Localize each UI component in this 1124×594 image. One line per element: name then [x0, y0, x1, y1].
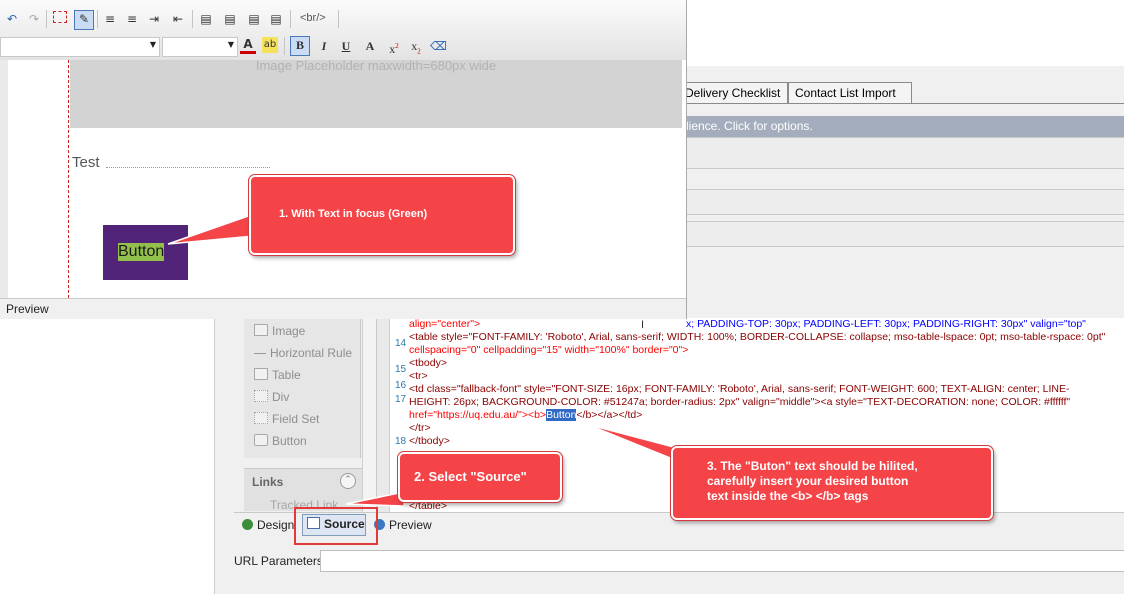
- callout-step-1: 1. With Text in focus (Green): [249, 175, 515, 255]
- callout-step-2: 2. Select "Source": [398, 452, 562, 502]
- callout-step-3: 3. The "Buton" text should be hilited, c…: [671, 446, 993, 520]
- callout-1-pointer: [167, 212, 255, 245]
- callout-2-pointer: [345, 491, 405, 507]
